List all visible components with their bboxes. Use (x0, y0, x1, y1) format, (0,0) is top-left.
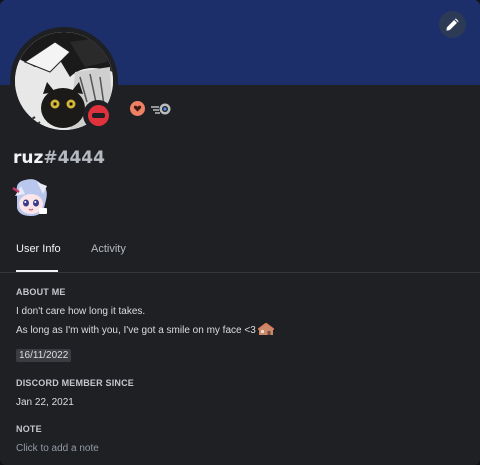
avatar-frame (10, 27, 118, 135)
pencil-icon (446, 18, 459, 31)
profile-tabs: User Info Activity (0, 236, 480, 273)
about-me-line-2-text: As long as I'm with you, I've got a smil… (16, 325, 256, 336)
profile-card: ruz#4444 User Info Activity ABOUT ME I d… (0, 0, 480, 465)
username-discriminator: #4444 (43, 148, 105, 168)
about-me-line-2: As long as I'm with you, I've got a smil… (16, 323, 274, 336)
tab-user-info[interactable]: User Info (16, 243, 61, 272)
tab-activity[interactable]: Activity (91, 243, 126, 255)
nitro-badge-icon[interactable] (150, 102, 172, 116)
about-me-line-1: I don't care how long it takes. (16, 306, 146, 317)
username[interactable]: ruz#4444 (13, 148, 105, 168)
note-input[interactable]: Click to add a note (16, 443, 99, 454)
member-since-heading: DISCORD MEMBER SINCE (16, 378, 135, 388)
edit-profile-button[interactable] (439, 11, 466, 38)
about-me-heading: ABOUT ME (16, 287, 66, 297)
heart-badge-icon[interactable] (130, 101, 145, 116)
house-emoji-icon (257, 323, 274, 335)
username-name: ruz (13, 148, 44, 168)
member-since-date: Jan 22, 2021 (16, 397, 74, 408)
note-heading: NOTE (16, 424, 42, 434)
about-me-date: 16/11/2022 (16, 349, 72, 362)
anime-sticker-icon (12, 179, 47, 216)
status-indicator-dnd (83, 100, 113, 130)
dnd-icon (87, 104, 109, 126)
badge-list (130, 101, 172, 116)
